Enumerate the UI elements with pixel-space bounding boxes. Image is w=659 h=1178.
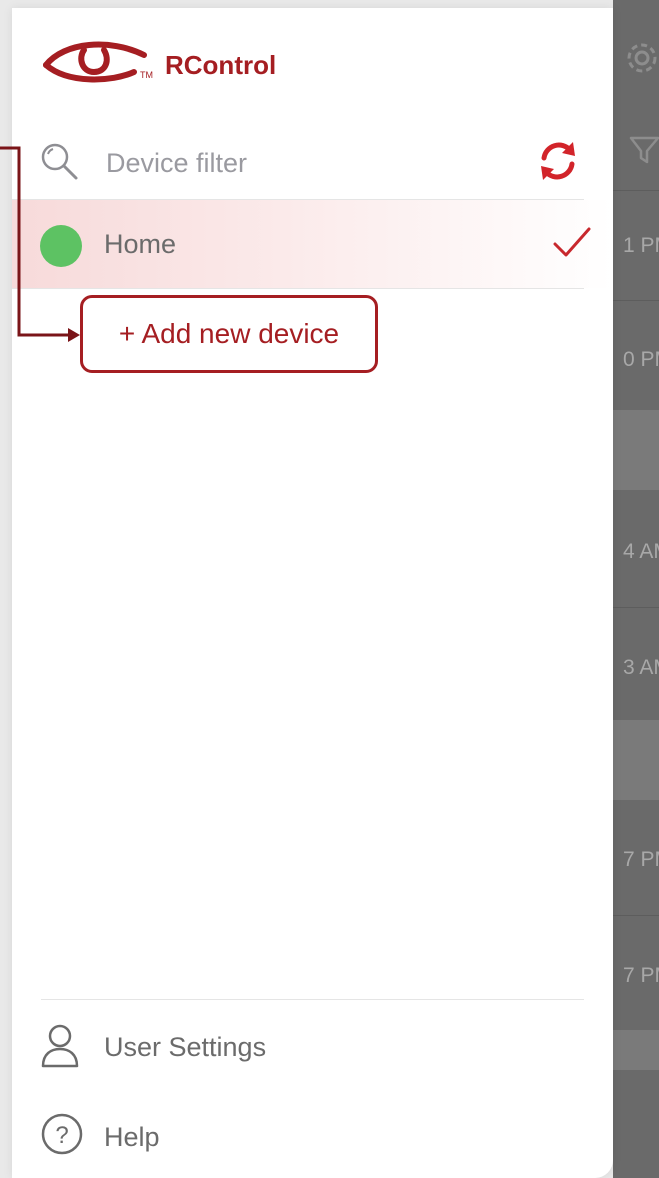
background-time: 7 PM	[623, 848, 659, 871]
side-drawer: TM RControl Home + Add new device	[12, 8, 613, 1178]
user-settings-label: User Settings	[104, 1032, 267, 1062]
background-section-header	[613, 1030, 659, 1070]
search-icon	[41, 143, 78, 180]
device-list-item-home[interactable]: Home	[12, 200, 613, 288]
help-icon: ?	[41, 1113, 83, 1155]
background-time: 4 AM	[623, 540, 659, 563]
checkmark-icon	[553, 227, 591, 257]
background-section-header	[613, 720, 659, 800]
refresh-icon[interactable]	[535, 138, 581, 184]
user-icon	[41, 1024, 79, 1068]
background-time: 1 PM	[623, 234, 659, 257]
rcontrol-logo: TM RControl	[42, 38, 302, 88]
help-menu-item[interactable]: ? Help	[12, 1108, 613, 1168]
add-new-device-button[interactable]: + Add new device	[80, 295, 378, 373]
background-list-strip: 1 PM 0 PM 4 AM 3 AM 7 PM 7 PM	[613, 0, 659, 1178]
divider	[41, 999, 584, 1000]
background-time: 0 PM	[623, 348, 659, 371]
gear-icon	[627, 43, 657, 73]
user-settings-menu-item[interactable]: User Settings	[12, 1018, 613, 1078]
device-filter-row	[12, 132, 613, 200]
background-time: 3 AM	[623, 656, 659, 679]
divider	[12, 288, 584, 289]
background-time: 7 PM	[623, 964, 659, 987]
svg-text:?: ?	[55, 1122, 68, 1149]
eye-logo-icon: TM	[43, 41, 153, 83]
help-label: Help	[104, 1122, 160, 1152]
background-section-header	[613, 410, 659, 490]
online-status-dot	[40, 225, 82, 267]
device-name: Home	[104, 229, 177, 259]
svg-text:TM: TM	[140, 70, 153, 80]
brand-name: RControl	[165, 50, 277, 80]
device-filter-input[interactable]	[104, 142, 488, 184]
filter-icon	[629, 136, 659, 164]
